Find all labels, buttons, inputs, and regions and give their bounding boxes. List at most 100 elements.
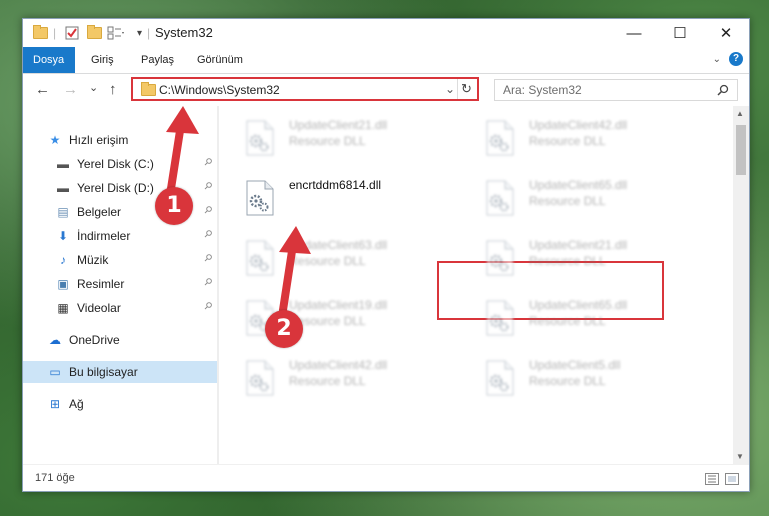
- file-item[interactable]: UpdateClient42.dll Resource DLL: [239, 354, 469, 402]
- sidebar-item[interactable]: ▣ Resimler ⚲: [23, 273, 217, 295]
- pin-icon[interactable]: ⚲: [201, 228, 214, 241]
- file-type: Resource DLL: [529, 254, 606, 268]
- chevron-down-icon[interactable]: ⌄: [713, 54, 721, 65]
- file-type: Resource DLL: [289, 134, 366, 148]
- forward-button[interactable]: →: [63, 81, 78, 98]
- recent-locations-button[interactable]: ⌄: [89, 81, 98, 94]
- address-dropdown-button[interactable]: ⌄: [445, 82, 455, 96]
- dll-file-icon: [486, 300, 514, 336]
- search-input[interactable]: Ara: System32: [494, 79, 738, 101]
- cloud-icon: ☁: [49, 333, 61, 347]
- file-item[interactable]: UpdateClient63.dll Resource DLL: [239, 234, 469, 282]
- file-name: UpdateClient42.dll: [529, 118, 628, 132]
- file-item[interactable]: UpdateClient42.dll Resource DLL: [479, 114, 709, 162]
- drive-icon: ▬: [57, 157, 69, 171]
- sidebar-item-label: Yerel Disk (C:): [77, 157, 154, 171]
- address-bar[interactable]: C:\Windows\System32 ⌄ ↻: [131, 77, 479, 101]
- file-type: Resource DLL: [529, 314, 606, 328]
- dll-file-icon: [246, 180, 274, 216]
- navigation-pane: ★ Hızlı erişim ▬ Yerel Disk (C:) ⚲ ▬ Yerel Dis…: [23, 106, 217, 464]
- sidebar-item[interactable]: ▭ Bu bilgisayar: [23, 361, 217, 383]
- properties-icon[interactable]: [65, 25, 79, 41]
- step-marker-1: 1: [155, 187, 193, 225]
- file-item[interactable]: UpdateClient5.dll Resource DLL: [479, 354, 709, 402]
- new-folder-icon[interactable]: [87, 25, 102, 41]
- tab-dosya[interactable]: Dosya: [23, 47, 75, 73]
- dll-file-icon: [246, 240, 274, 276]
- scroll-down-arrow-icon[interactable]: ▼: [736, 452, 744, 461]
- vertical-scrollbar[interactable]: ▲ ▼: [733, 106, 749, 464]
- status-bar: 171 öğe: [23, 464, 749, 491]
- file-item[interactable]: UpdateClient21.dll Resource DLL: [479, 234, 709, 282]
- sidebar-item[interactable]: ▦ Videolar ⚲: [23, 297, 217, 319]
- file-item[interactable]: UpdateClient21.dll Resource DLL: [239, 114, 469, 162]
- pin-icon[interactable]: ⚲: [201, 300, 214, 313]
- file-item[interactable]: UpdateClient65.dll Resource DLL: [479, 294, 709, 342]
- file-type: Resource DLL: [289, 254, 366, 268]
- sidebar-item-label: Resimler: [77, 277, 125, 291]
- quick-access-folder-icon[interactable]: [33, 25, 48, 41]
- file-name: UpdateClient63.dll: [289, 238, 388, 252]
- close-button[interactable]: ✕: [703, 19, 749, 47]
- address-row: ← → ⌄ ↑ C:\Windows\System32 ⌄ ↻ Ara: Sys…: [23, 74, 749, 106]
- address-path: C:\Windows\System32: [159, 83, 280, 97]
- view-options-icon[interactable]: [107, 25, 125, 41]
- file-name: UpdateClient19.dll: [289, 298, 388, 312]
- sidebar-item[interactable]: ⬇ İndirmeler ⚲: [23, 225, 217, 247]
- help-icon[interactable]: ?: [729, 52, 743, 66]
- scroll-up-arrow-icon[interactable]: ▲: [736, 109, 744, 118]
- sidebar-item-label: Müzik: [77, 253, 109, 267]
- file-type: Resource DLL: [529, 374, 606, 388]
- pictures-icon: ▣: [57, 277, 69, 291]
- video-icon: ▦: [57, 301, 69, 315]
- search-icon[interactable]: [717, 84, 729, 96]
- title-bar: | ▾ | System32 — ☐ ✕: [23, 19, 749, 47]
- pin-icon[interactable]: ⚲: [201, 156, 214, 169]
- download-icon: ⬇: [57, 229, 69, 243]
- up-button[interactable]: ↑: [109, 81, 117, 98]
- dll-file-icon: [486, 180, 514, 216]
- file-name: UpdateClient21.dll: [529, 238, 628, 252]
- divider: [457, 79, 458, 99]
- back-button[interactable]: ←: [35, 81, 50, 98]
- details-view-icon[interactable]: [705, 473, 719, 485]
- sidebar-item[interactable]: ⊞ Ağ: [23, 393, 217, 415]
- separator: |: [147, 26, 151, 40]
- dll-file-icon: [486, 360, 514, 396]
- sidebar-item-label: Bu bilgisayar: [69, 365, 138, 379]
- window-title: System32: [155, 25, 213, 40]
- pin-icon[interactable]: ⚲: [201, 252, 214, 265]
- dll-file-icon: [246, 360, 274, 396]
- documents-icon: ▤: [57, 205, 69, 219]
- step-marker-2: 2: [265, 310, 303, 348]
- minimize-button[interactable]: —: [611, 19, 657, 47]
- pin-icon[interactable]: ⚲: [201, 276, 214, 289]
- file-name: UpdateClient42.dll: [289, 358, 388, 372]
- computer-icon: ▭: [49, 365, 61, 379]
- sidebar-item-label: Videolar: [77, 301, 121, 315]
- sidebar-item[interactable]: ♪ Müzik ⚲: [23, 249, 217, 271]
- dll-file-icon: [246, 120, 274, 156]
- tab-giris[interactable]: Giriş: [81, 47, 124, 73]
- sidebar-item[interactable]: ★ Hızlı erişim: [23, 129, 217, 151]
- sidebar-item[interactable]: ▬ Yerel Disk (C:) ⚲: [23, 153, 217, 175]
- highlighted-file-item[interactable]: encrtddm6814.dll: [239, 174, 469, 222]
- sidebar-item-label: OneDrive: [69, 333, 120, 347]
- file-item[interactable]: UpdateClient65.dll Resource DLL: [479, 174, 709, 222]
- pin-icon[interactable]: ⚲: [201, 204, 214, 217]
- sidebar-item-label: İndirmeler: [77, 229, 131, 243]
- dll-file-icon: [486, 240, 514, 276]
- star-icon: ★: [49, 133, 61, 147]
- pin-icon[interactable]: ⚲: [201, 180, 214, 193]
- scroll-thumb[interactable]: [736, 125, 746, 175]
- tab-gorunum[interactable]: Görünüm: [187, 47, 253, 73]
- tab-paylas[interactable]: Paylaş: [131, 47, 184, 73]
- sidebar-item[interactable]: ☁ OneDrive: [23, 329, 217, 351]
- maximize-button[interactable]: ☐: [657, 19, 703, 47]
- large-icons-view-icon[interactable]: [725, 473, 739, 485]
- customize-toolbar-icon[interactable]: ▾: [137, 25, 142, 41]
- network-icon: ⊞: [49, 397, 61, 411]
- sidebar-item-label: Belgeler: [77, 205, 122, 219]
- file-name: UpdateClient5.dll: [529, 358, 621, 372]
- refresh-button[interactable]: ↻: [461, 81, 472, 97]
